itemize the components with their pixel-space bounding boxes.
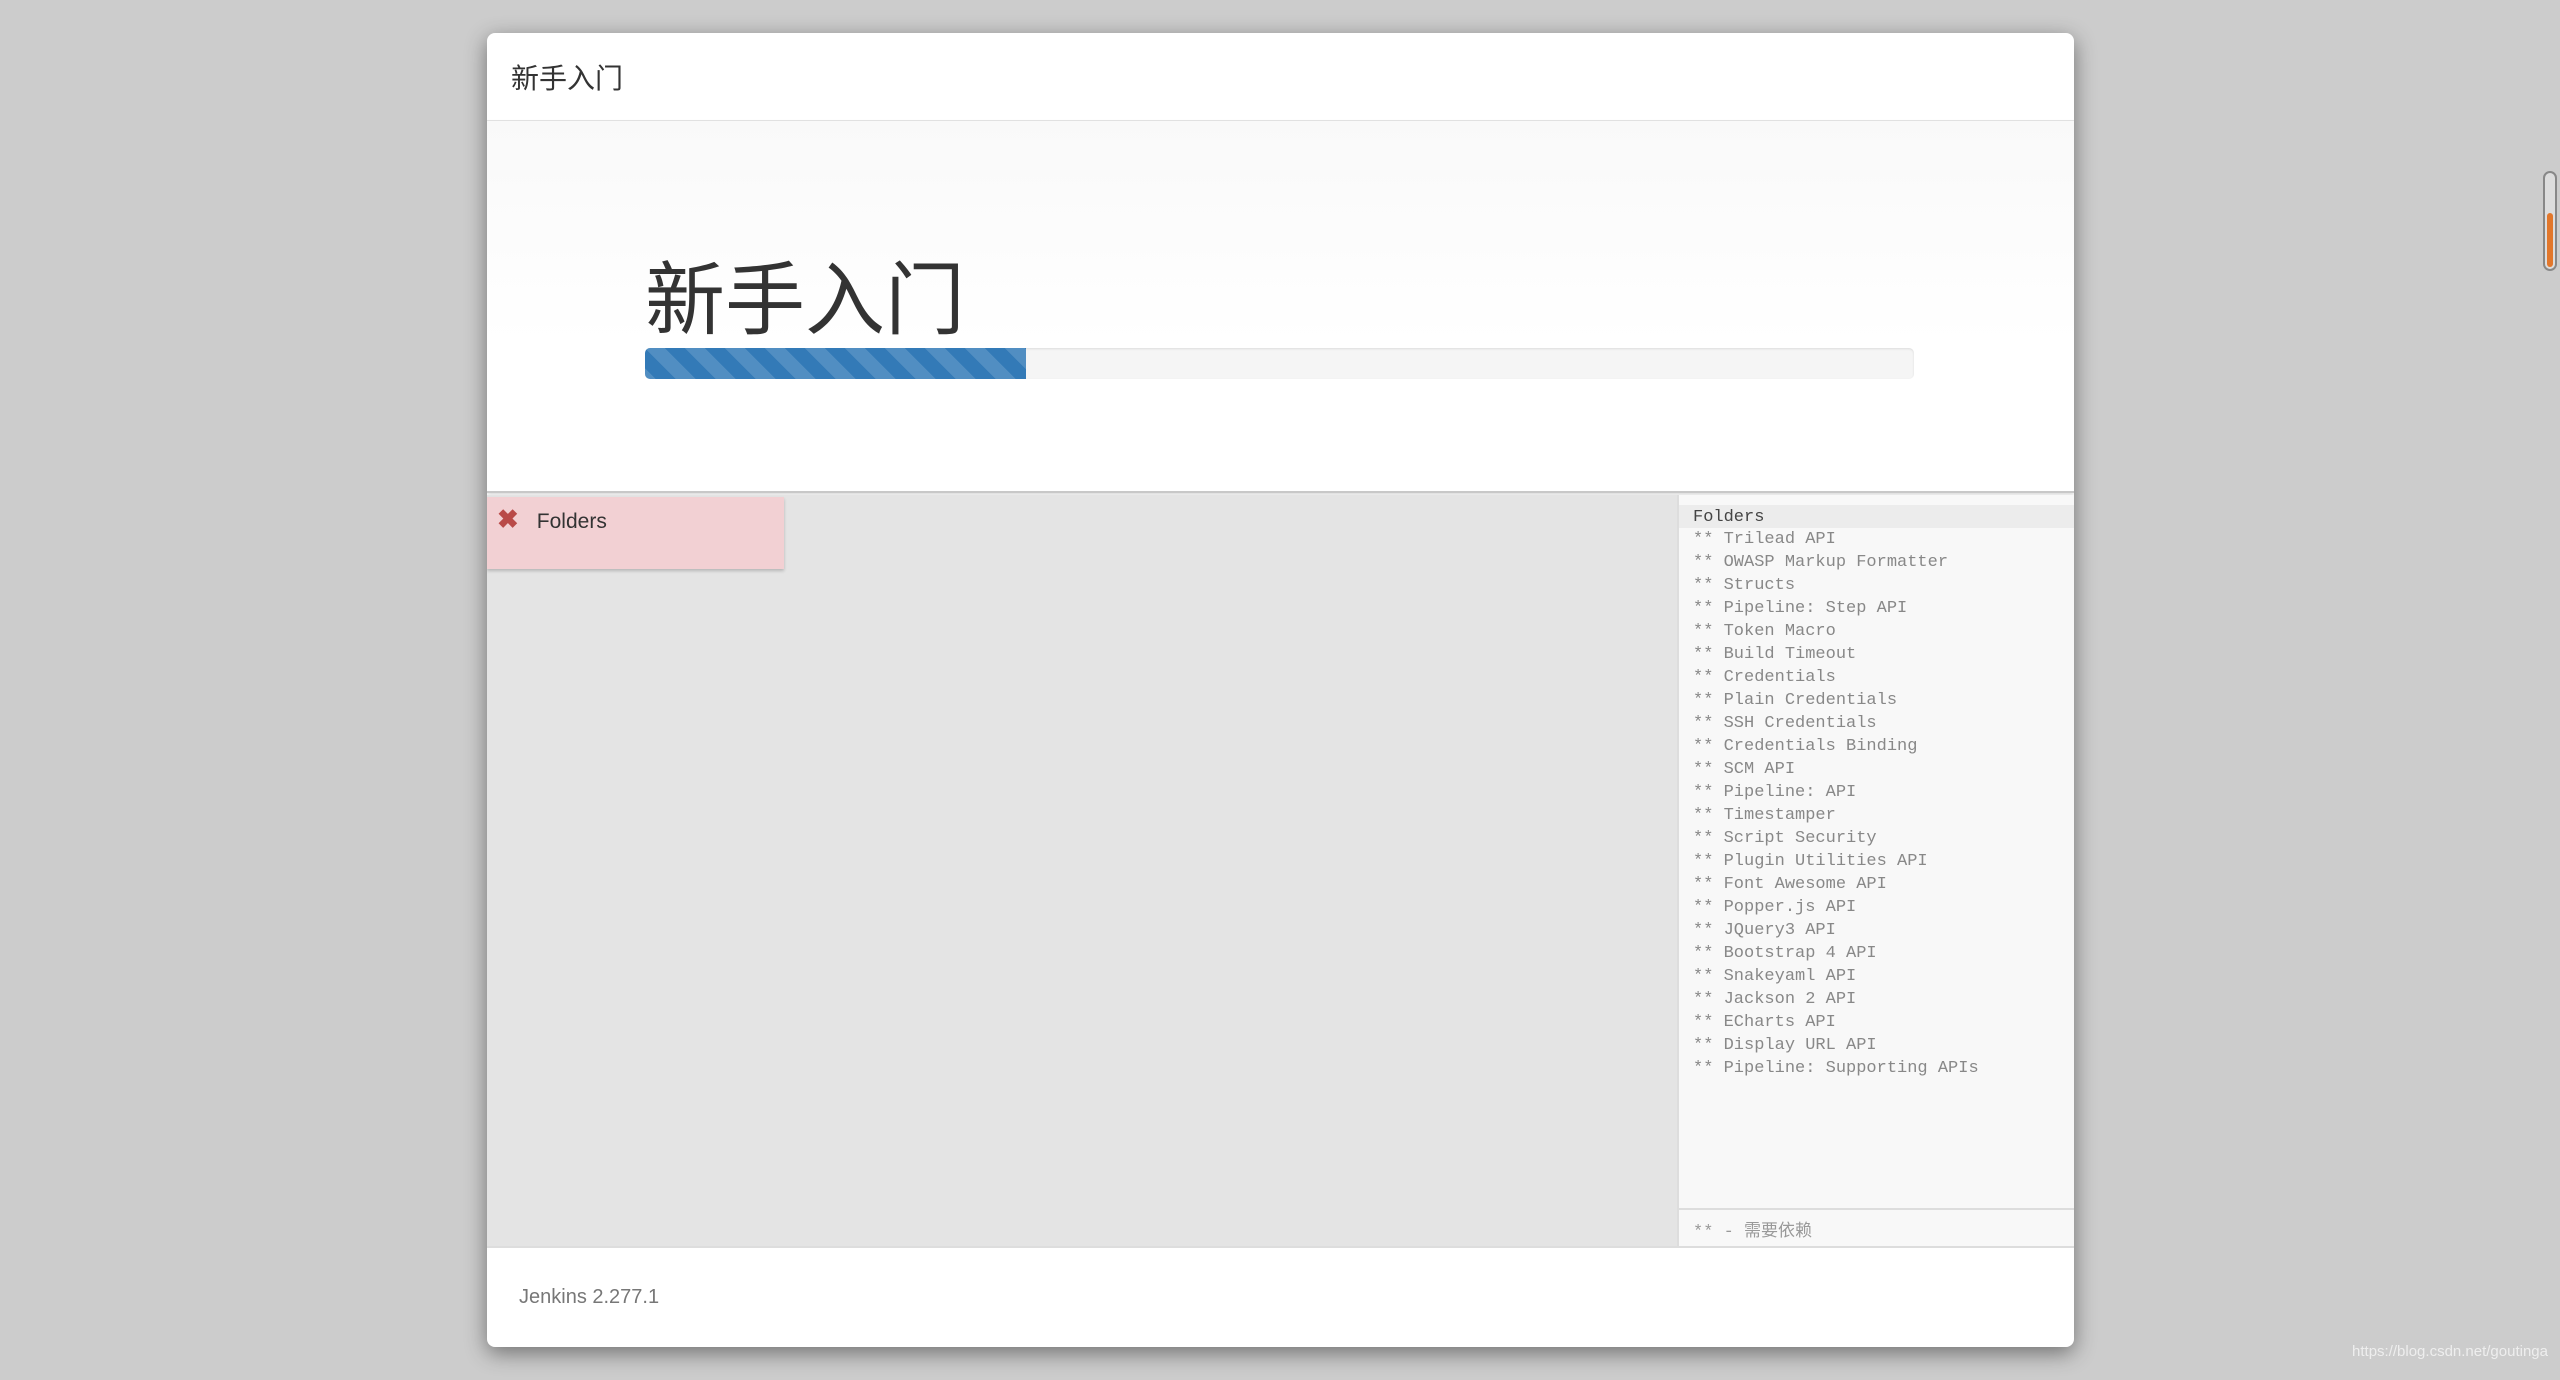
dependency-item: ** SSH Credentials xyxy=(1693,714,1877,733)
dependency-item: ** ECharts API xyxy=(1693,1013,1836,1032)
page-title: 新手入门 xyxy=(645,256,965,345)
dependency-item: ** Bootstrap 4 API xyxy=(1693,944,1877,963)
dependency-item: ** Pipeline: Step API xyxy=(1693,599,1908,618)
dependency-item: ** OWASP Markup Formatter xyxy=(1693,553,1949,572)
install-log-panel[interactable]: Folders ** Trilead API ** OWASP Markup Fo… xyxy=(1677,495,2074,1246)
install-progress-bar xyxy=(645,348,1914,379)
progress-section: 新手入门 xyxy=(487,121,2074,493)
dependency-item: ** JQuery3 API xyxy=(1693,921,1836,940)
dependency-item: ** Jackson 2 API xyxy=(1693,990,1857,1009)
dialog-title: 新手入门 xyxy=(511,62,624,94)
scrollbar[interactable] xyxy=(2543,171,2557,271)
dependency-item: ** Plugin Utilities API xyxy=(1693,852,1928,871)
close-icon: ✖ xyxy=(497,504,519,534)
dependency-item: ** Trilead API xyxy=(1693,530,1836,549)
dependency-item: ** Popper.js API xyxy=(1693,898,1857,917)
dependency-item: ** Token Macro xyxy=(1693,622,1836,641)
dialog-header: 新手入门 xyxy=(487,33,2074,121)
progress-fill xyxy=(645,348,1026,379)
dependency-item: ** Timestamper xyxy=(1693,806,1836,825)
dependency-item: ** Font Awesome API xyxy=(1693,875,1887,894)
plugin-tile-folders: ✖ Folders xyxy=(487,497,784,569)
dependency-item: ** Pipeline: API xyxy=(1693,783,1857,802)
watermark: https://blog.csdn.net/goutinga xyxy=(2352,1343,2548,1360)
dependency-item: ** Credentials xyxy=(1693,668,1836,687)
dependency-item: ** Display URL API xyxy=(1693,1036,1877,1055)
dependency-item: ** Script Security xyxy=(1693,829,1877,848)
log-legend: ** - 需要依赖 xyxy=(1679,1208,2074,1246)
dependency-item: ** Plain Credentials xyxy=(1693,691,1898,710)
dependency-item: ** SCM API xyxy=(1693,760,1796,779)
dialog-footer: Jenkins 2.277.1 xyxy=(487,1246,2074,1347)
plugin-install-area: ✖ Folders Folders ** Trilead API ** OWASP… xyxy=(487,495,2074,1246)
log-current-plugin: Folders xyxy=(1679,505,2074,528)
jenkins-version: Jenkins 2.277.1 xyxy=(519,1286,660,1308)
dependency-item: ** Credentials Binding xyxy=(1693,737,1918,756)
plugin-name: Folders xyxy=(536,510,607,533)
dependency-item: ** Snakeyaml API xyxy=(1693,967,1857,986)
dependency-item: ** Structs xyxy=(1693,576,1796,595)
dependency-item: ** Build Timeout xyxy=(1693,645,1857,664)
dependency-list: ** Trilead API ** OWASP Markup Formatter *… xyxy=(1679,528,2074,1080)
setup-wizard-dialog: 新手入门 新手入门 ✖ Folders Folders ** Trilead A… xyxy=(487,33,2074,1347)
dependency-item: ** Pipeline: Supporting APIs xyxy=(1693,1059,1979,1078)
